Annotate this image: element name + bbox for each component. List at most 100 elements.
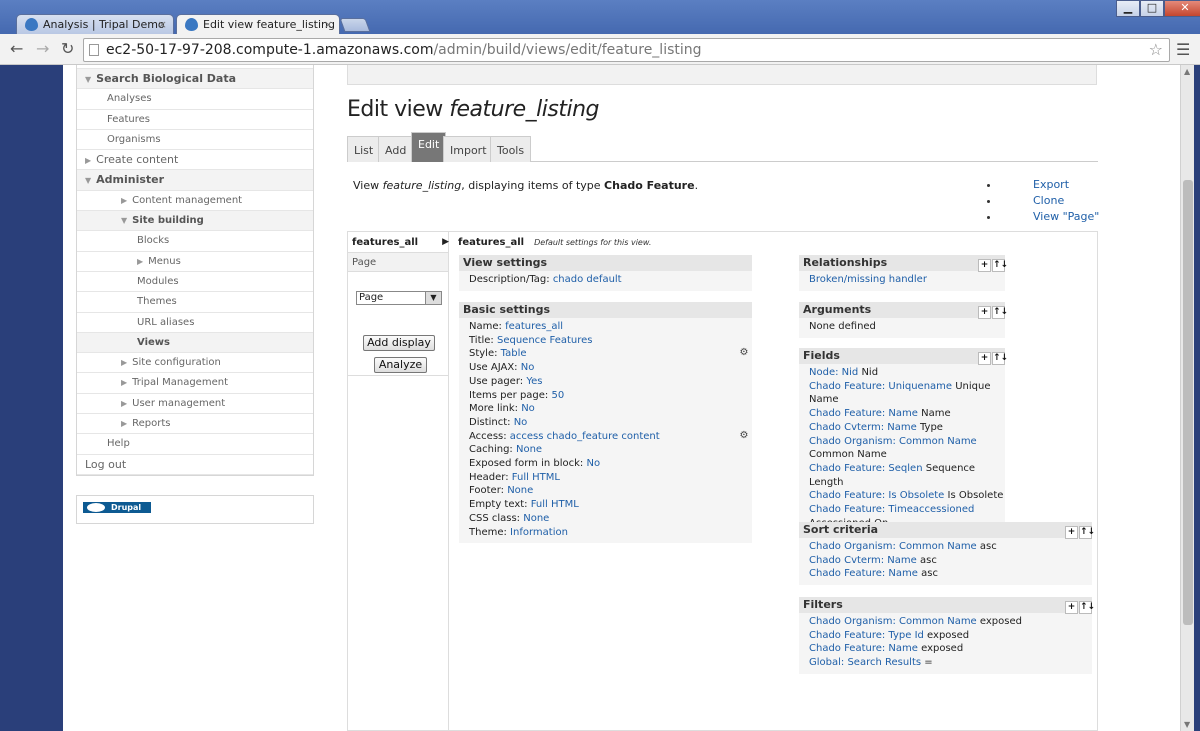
- sidebar-item[interactable]: ▶ Create content: [77, 150, 313, 171]
- sidebar-item[interactable]: Features: [77, 110, 313, 130]
- display-tab-page[interactable]: Page: [348, 253, 448, 272]
- sidebar-item[interactable]: Views: [77, 332, 313, 354]
- setting-value-link[interactable]: Sequence Features: [497, 335, 593, 346]
- handler-link[interactable]: Chado Feature: Name: [809, 643, 918, 654]
- browser-tab-analysis[interactable]: Analysis | Tripal Demo ×: [16, 14, 174, 34]
- sidebar-item[interactable]: Log out: [77, 455, 313, 475]
- scrollbar-thumb[interactable]: [1183, 180, 1193, 625]
- add-icon[interactable]: +: [978, 259, 991, 272]
- tab-edit[interactable]: Edit: [411, 132, 447, 162]
- add-icon[interactable]: +: [1065, 526, 1078, 539]
- address-bar[interactable]: ec2-50-17-97-208.compute-1.amazonaws.com…: [83, 38, 1170, 62]
- sidebar-item[interactable]: Blocks: [77, 231, 313, 252]
- add-icon[interactable]: +: [978, 352, 991, 365]
- close-tab-icon[interactable]: ×: [324, 15, 333, 34]
- minimize-button[interactable]: ▁: [1116, 0, 1140, 17]
- sidebar-item[interactable]: ▶ Reports: [77, 414, 313, 435]
- handler-link[interactable]: Chado Feature: Seqlen: [809, 463, 923, 474]
- export-link[interactable]: Export: [1033, 178, 1069, 191]
- page-scrollbar[interactable]: ▲ ▼: [1180, 65, 1194, 731]
- rearrange-icon[interactable]: ↑↓: [992, 259, 1008, 272]
- sidebar-item[interactable]: Organisms: [77, 130, 313, 151]
- gear-icon[interactable]: ⚙: [738, 347, 750, 359]
- new-tab-button[interactable]: [339, 18, 371, 32]
- rearrange-icon[interactable]: ↑↓: [992, 306, 1008, 319]
- add-icon[interactable]: +: [1065, 601, 1078, 614]
- sidebar-item[interactable]: Modules: [77, 272, 313, 293]
- setting-value-link[interactable]: Full HTML: [512, 472, 560, 483]
- sidebar-item[interactable]: ▶ Content management: [77, 191, 313, 212]
- setting-value-link[interactable]: None: [516, 444, 542, 455]
- handler-link[interactable]: Broken/missing handler: [809, 274, 927, 285]
- analyze-button[interactable]: Analyze: [374, 357, 427, 373]
- tab-import[interactable]: Import: [443, 136, 494, 162]
- browser-menu-icon[interactable]: ☰: [1176, 40, 1190, 59]
- handler-link[interactable]: Chado Feature: Uniquename: [809, 381, 952, 392]
- tab-tools[interactable]: Tools: [490, 136, 532, 162]
- handler-link[interactable]: Chado Organism: Common Name: [809, 436, 977, 447]
- handler-link[interactable]: Chado Feature: Name: [809, 568, 918, 579]
- collapsed-arrow-icon: ▶: [121, 398, 128, 408]
- setting-value-link[interactable]: 50: [551, 390, 564, 401]
- handler-link[interactable]: Chado Cvterm: Name: [809, 555, 917, 566]
- setting-label: Items per page:: [469, 389, 552, 401]
- handler-link[interactable]: Chado Organism: Common Name: [809, 541, 977, 552]
- tab-list[interactable]: List: [347, 136, 381, 162]
- handler-link[interactable]: Chado Feature: Timeaccessioned: [809, 504, 974, 515]
- setting-value-link[interactable]: chado default: [553, 274, 622, 285]
- handler-link[interactable]: Chado Cvterm: Name: [809, 422, 917, 433]
- reload-icon[interactable]: ↻: [61, 39, 74, 58]
- close-window-button[interactable]: ✕: [1164, 0, 1200, 17]
- bookmark-star-icon[interactable]: ☆: [1149, 39, 1163, 61]
- sidebar-item[interactable]: ▼ Search Biological Data: [77, 69, 313, 90]
- setting-value-link[interactable]: Information: [510, 527, 568, 538]
- maximize-button[interactable]: □: [1140, 0, 1164, 17]
- panel-body: None defined: [799, 318, 1005, 338]
- sidebar-item[interactable]: URL aliases: [77, 313, 313, 333]
- setting-value-link[interactable]: Table: [501, 348, 527, 359]
- gear-icon[interactable]: ⚙: [738, 430, 750, 442]
- sidebar-item[interactable]: ▶ Site configuration: [77, 353, 313, 374]
- sidebar-item[interactable]: ▼ Administer: [77, 170, 313, 191]
- browser-tab-edit-view[interactable]: Edit view feature_listing | ×: [176, 14, 340, 34]
- setting-value-link[interactable]: features_all: [505, 321, 563, 332]
- sidebar-item[interactable]: Help: [77, 434, 313, 455]
- sidebar-item[interactable]: ▶ User management: [77, 394, 313, 415]
- handler-link[interactable]: Chado Feature: Name: [809, 408, 918, 419]
- add-display-button[interactable]: Add display: [363, 335, 435, 351]
- setting-value-link[interactable]: No: [514, 417, 528, 428]
- sidebar-item[interactable]: ▼ Site building: [77, 211, 313, 232]
- setting-value-link[interactable]: None: [523, 513, 549, 524]
- rearrange-icon[interactable]: ↑↓: [1079, 526, 1095, 539]
- scroll-down-icon[interactable]: ▼: [1184, 720, 1190, 729]
- sidebar-item[interactable]: ▶ Tripal Management: [77, 373, 313, 394]
- handler-link[interactable]: Node: Nid: [809, 367, 858, 378]
- setting-value-link[interactable]: access chado_feature content: [510, 431, 660, 442]
- setting-value-link[interactable]: No: [521, 362, 535, 373]
- handler-link[interactable]: Chado Organism: Common Name: [809, 616, 977, 627]
- close-tab-icon[interactable]: ×: [158, 15, 167, 34]
- handler-link[interactable]: Chado Feature: Type Id: [809, 630, 924, 641]
- rearrange-icon[interactable]: ↑↓: [1079, 601, 1095, 614]
- view-page-link[interactable]: View "Page": [1033, 210, 1099, 223]
- handler-link[interactable]: Global: Search Results: [809, 657, 921, 668]
- display-type-select[interactable]: Page ▼: [356, 291, 442, 305]
- setting-value-link[interactable]: Yes: [526, 376, 542, 387]
- sidebar-item[interactable]: ▶ Menus: [77, 252, 313, 272]
- add-icon[interactable]: +: [978, 306, 991, 319]
- display-tab-default[interactable]: features_all ▶: [348, 232, 449, 253]
- sidebar-item[interactable]: Analyses: [77, 89, 313, 110]
- rearrange-icon[interactable]: ↑↓: [992, 352, 1008, 365]
- drupal-badge[interactable]: Drupal: [83, 502, 151, 513]
- sidebar-item[interactable]: Themes: [77, 292, 313, 313]
- setting-value-link[interactable]: Full HTML: [531, 499, 579, 510]
- setting-value-link[interactable]: No: [586, 458, 600, 469]
- forward-arrow-icon[interactable]: →: [36, 39, 49, 58]
- tab-add[interactable]: Add: [378, 136, 414, 162]
- clone-link[interactable]: Clone: [1033, 194, 1064, 207]
- scroll-up-icon[interactable]: ▲: [1184, 67, 1190, 76]
- setting-value-link[interactable]: None: [507, 485, 533, 496]
- handler-link[interactable]: Chado Feature: Is Obsolete: [809, 490, 944, 501]
- setting-value-link[interactable]: No: [521, 403, 535, 414]
- back-arrow-icon[interactable]: ←: [10, 39, 23, 58]
